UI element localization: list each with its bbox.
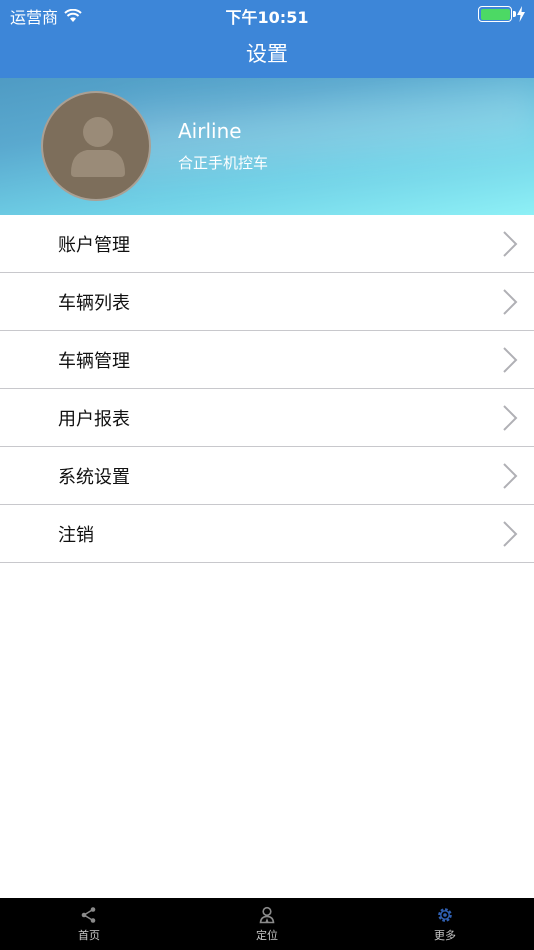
tab-label: 首页 xyxy=(78,929,100,942)
menu-item-system-settings[interactable]: 系统设置 xyxy=(0,447,534,505)
menu-item-logout[interactable]: 注销 xyxy=(0,505,534,563)
tab-home[interactable]: 首页 xyxy=(0,898,178,950)
battery-icon xyxy=(478,6,516,22)
menu-item-label: 车辆管理 xyxy=(58,350,130,372)
chevron-right-icon xyxy=(503,231,518,257)
chevron-right-icon xyxy=(503,289,518,315)
nav-bar: 设置 xyxy=(0,28,534,78)
menu-item-label: 系统设置 xyxy=(58,466,130,488)
chevron-right-icon xyxy=(503,405,518,431)
charging-bolt-icon xyxy=(517,6,525,22)
settings-menu: 账户管理 车辆列表 车辆管理 用户报表 系统设置 注销 xyxy=(0,215,534,563)
tab-label: 定位 xyxy=(256,929,278,942)
status-right xyxy=(478,6,526,22)
chevron-right-icon xyxy=(503,521,518,547)
menu-item-label: 车辆列表 xyxy=(58,292,130,314)
page-title: 设置 xyxy=(246,42,288,66)
tab-more[interactable]: 更多 xyxy=(356,898,534,950)
profile-subtitle: 合正手机控车 xyxy=(178,154,269,172)
tab-label: 更多 xyxy=(434,929,456,942)
profile-header[interactable]: Airline 合正手机控车 xyxy=(0,78,534,215)
menu-item-label: 账户管理 xyxy=(58,234,130,256)
status-bar: 运营商 下午10:51 xyxy=(0,0,534,28)
menu-item-label: 注销 xyxy=(58,524,94,546)
tab-locate[interactable]: 定位 xyxy=(178,898,356,950)
profile-name: Airline xyxy=(178,119,242,143)
menu-item-label: 用户报表 xyxy=(58,408,130,430)
menu-item-vehicle-list[interactable]: 车辆列表 xyxy=(0,273,534,331)
chevron-right-icon xyxy=(503,347,518,373)
avatar[interactable] xyxy=(41,91,151,201)
menu-item-user-reports[interactable]: 用户报表 xyxy=(0,389,534,447)
share-icon xyxy=(81,907,96,923)
gear-icon xyxy=(438,908,452,922)
menu-item-account-management[interactable]: 账户管理 xyxy=(0,215,534,273)
menu-item-vehicle-management[interactable]: 车辆管理 xyxy=(0,331,534,389)
tab-bar: 首页 定位 更多 xyxy=(0,898,534,950)
chevron-right-icon xyxy=(503,463,518,489)
battery-level xyxy=(480,8,510,20)
status-time: 下午10:51 xyxy=(225,8,309,27)
user-locate-icon xyxy=(259,906,275,924)
user-silhouette-icon xyxy=(71,117,125,177)
